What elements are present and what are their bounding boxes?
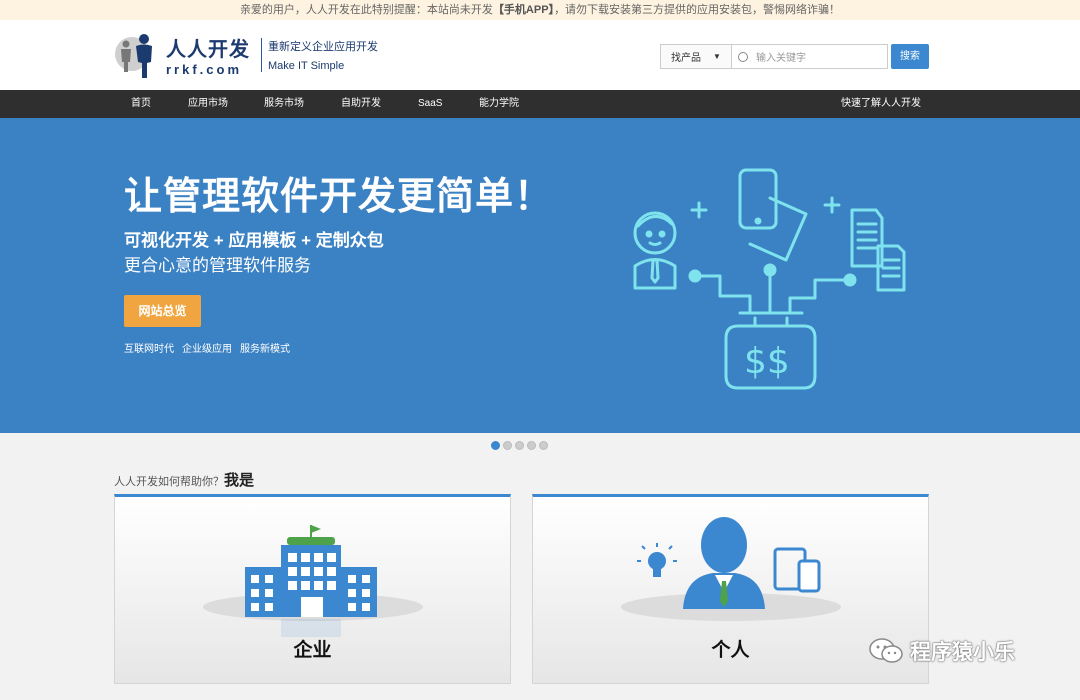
logo-cn-text: 人人开发 <box>166 39 250 61</box>
site-overview-button[interactable]: 网站总览 <box>124 295 201 327</box>
nav-item-academy[interactable]: 能力学院 <box>479 90 519 118</box>
carousel-dot[interactable] <box>491 441 500 450</box>
nav-item-saas[interactable]: SaaS <box>418 90 442 118</box>
hero-banner: 让管理软件开发更简单！ 可视化开发 + 应用模板 + 定制众包 更合心意的管理软… <box>0 118 1080 433</box>
carousel-dot[interactable] <box>539 441 548 450</box>
wechat-icon <box>869 638 903 663</box>
banner-title: 让管理软件开发更简单！ <box>124 176 554 218</box>
nav-item-service-market[interactable]: 服务市场 <box>264 90 304 118</box>
svg-text:$$: $$ <box>744 341 790 382</box>
banner-tag[interactable]: 企业级应用 <box>182 340 232 355</box>
watermark: 程序猿小乐 <box>868 636 1015 666</box>
chevron-down-icon: ▼ <box>713 52 721 61</box>
banner-tag[interactable]: 服务新模式 <box>240 340 290 355</box>
card-label: 企业 <box>293 640 332 661</box>
banner-tag[interactable]: 互联网时代 <box>124 340 174 355</box>
notice-text-after: ，请勿下载安装第三方提供的应用安装包，警惕网络诈骗！ <box>554 4 841 16</box>
help-prefix: 人人开发如何帮助你？ <box>114 476 224 488</box>
notice-bar: 亲爱的用户，人人开发在此特别提醒：本站尚未开发【手机APP】，请勿下载安装第三方… <box>0 0 1080 20</box>
banner-subtitle-2: 更合心意的管理软件服务 <box>124 256 311 275</box>
header: 人人开发 rrkf.com 重新定义企业应用开发 Make IT Simple … <box>0 20 1080 90</box>
help-bold: 我是 <box>224 472 255 489</box>
search-placeholder: 输入关键字 <box>756 53 806 64</box>
carousel-dots <box>491 441 548 450</box>
search-category-select[interactable]: 找产品 ▼ <box>660 44 732 69</box>
carousel-dot[interactable] <box>527 441 536 450</box>
notice-highlight: 【手机APP】 <box>492 4 555 16</box>
nav-item-home[interactable]: 首页 <box>131 90 151 118</box>
main-nav: 首页 应用市场 服务市场 自助开发 SaaS 能力学院 快速了解人人开发 <box>0 90 1080 118</box>
search-category-value: 找产品 <box>671 53 701 64</box>
logo-figure-icon <box>114 30 162 80</box>
slogan-line2: Make IT Simple <box>268 60 345 72</box>
nav-item-self-dev[interactable]: 自助开发 <box>341 90 381 118</box>
carousel-dot[interactable] <box>503 441 512 450</box>
nav-item-app-market[interactable]: 应用市场 <box>188 90 228 118</box>
search-bar: 找产品 ▼ 输入关键字 搜索 <box>660 44 929 69</box>
search-button[interactable]: 搜索 <box>891 44 929 69</box>
carousel-dot[interactable] <box>515 441 524 450</box>
banner-tags: 互联网时代 企业级应用 服务新模式 <box>124 340 290 355</box>
banner-subtitle-1: 可视化开发 + 应用模板 + 定制众包 <box>124 231 384 250</box>
enterprise-card[interactable]: 企业 <box>114 494 511 684</box>
watermark-text: 程序猿小乐 <box>910 641 1015 664</box>
notice-text-before: 亲爱的用户，人人开发在此特别提醒：本站尚未开发 <box>239 4 493 16</box>
search-input[interactable]: 输入关键字 <box>732 44 888 69</box>
logo-en-text: rrkf.com <box>166 62 243 77</box>
banner-illustration-icon: $$ <box>620 158 920 413</box>
search-icon <box>738 51 748 62</box>
slogan: 重新定义企业应用开发 Make IT Simple <box>261 38 378 72</box>
logo[interactable]: 人人开发 rrkf.com <box>114 30 250 80</box>
nav-item-quick-intro[interactable]: 快速了解人人开发 <box>841 90 921 118</box>
slogan-line1: 重新定义企业应用开发 <box>268 41 378 53</box>
help-heading: 人人开发如何帮助你？我是 <box>114 469 254 490</box>
building-icon <box>115 497 512 692</box>
